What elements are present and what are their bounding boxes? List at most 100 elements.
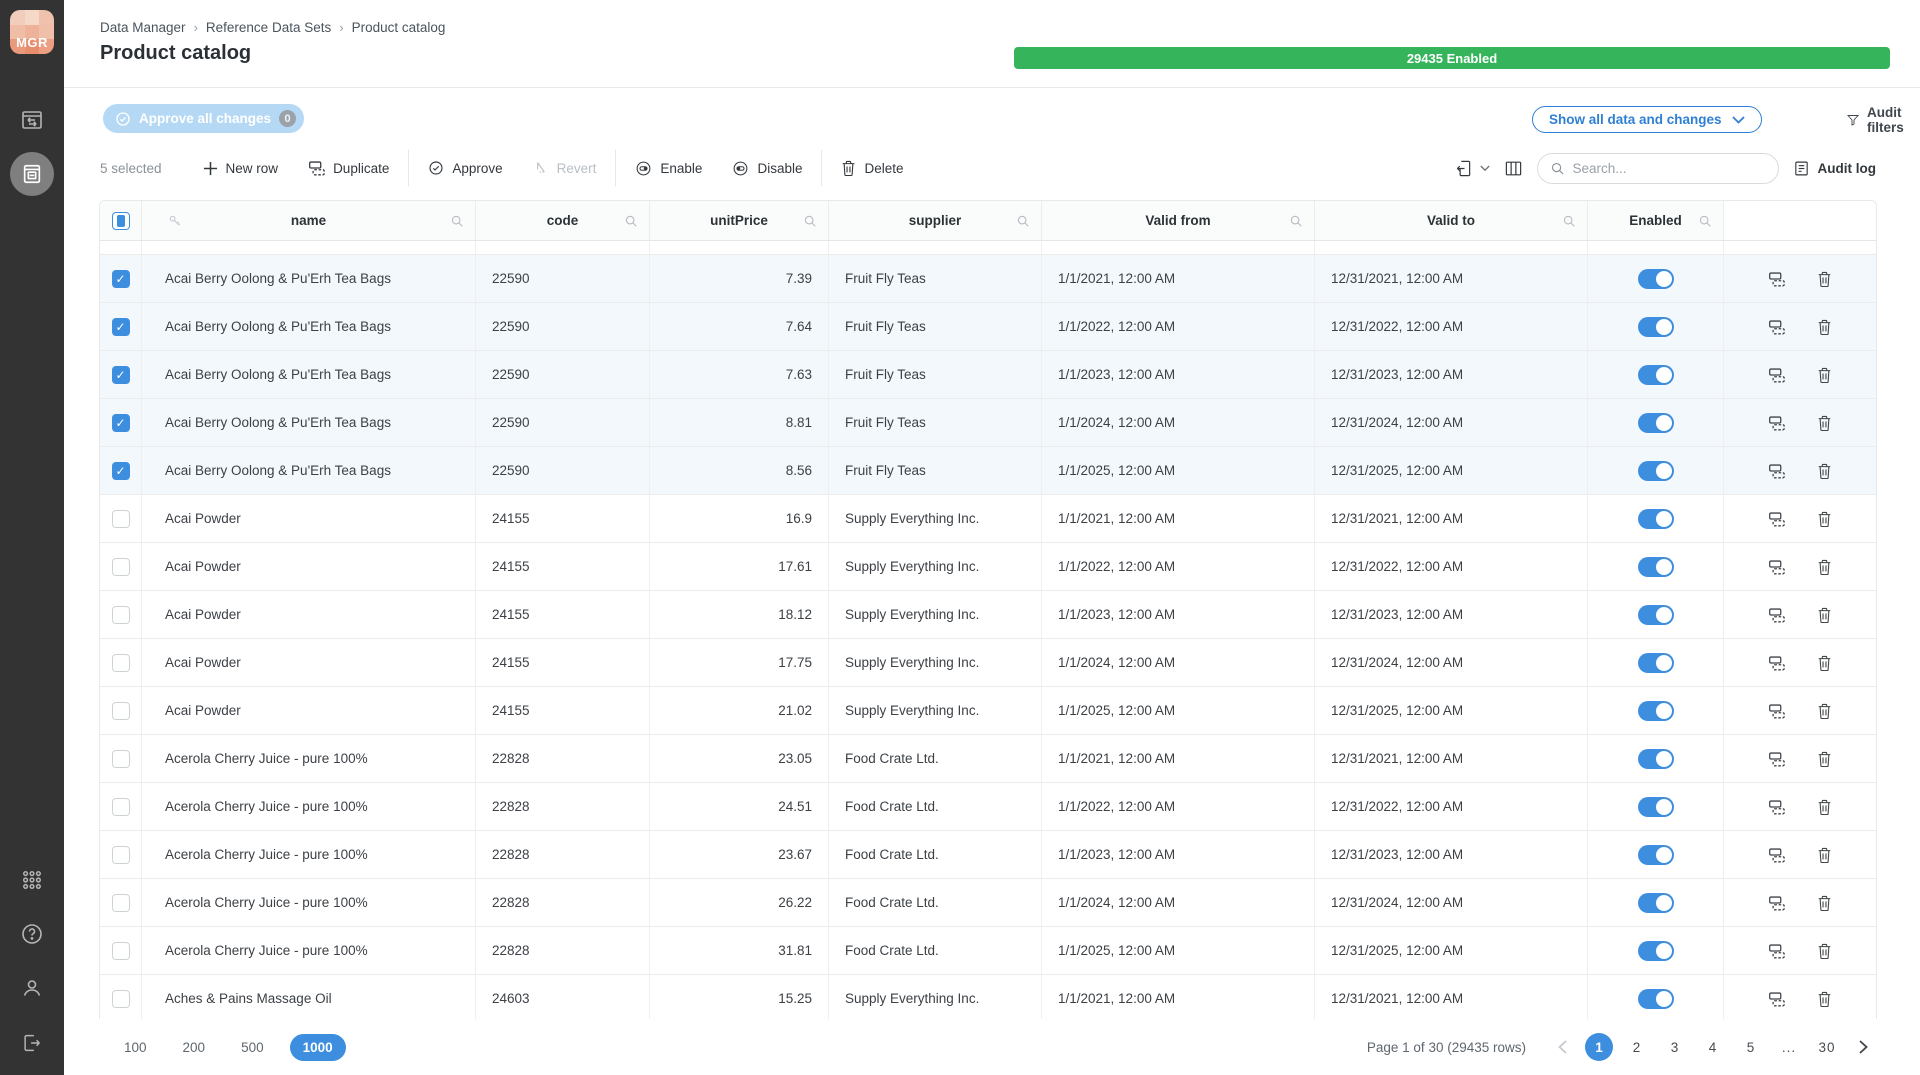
row-duplicate-icon[interactable] [1768, 511, 1785, 527]
cell-supplier[interactable]: Supply Everything Inc. [829, 687, 1042, 734]
cell-code[interactable]: 22590 [476, 255, 650, 302]
page-ellipsis[interactable]: ... [1775, 1033, 1803, 1061]
row-delete-icon[interactable] [1817, 463, 1832, 479]
enabled-toggle[interactable] [1638, 365, 1674, 385]
row-duplicate-icon[interactable] [1768, 463, 1785, 479]
cell-valid-to[interactable]: 12/31/2023, 12:00 AM [1315, 591, 1588, 638]
cell-unitprice[interactable]: 7.64 [650, 303, 829, 350]
column-header-code[interactable]: code [476, 201, 650, 240]
row-delete-icon[interactable] [1817, 367, 1832, 383]
cell-supplier[interactable]: Fruit Fly Teas [829, 447, 1042, 494]
table-row[interactable]: Acai Berry Oolong & Pu'Erh Tea Bags 2259… [100, 303, 1876, 351]
cell-valid-from[interactable]: 1/1/2023, 12:00 AM [1042, 831, 1315, 878]
table-row[interactable]: Acai Powder 24155 21.02 Supply Everythin… [100, 687, 1876, 735]
row-checkbox[interactable] [112, 942, 130, 960]
column-header-valid-from[interactable]: Valid from [1042, 201, 1315, 240]
approve-button[interactable]: Approve [413, 148, 517, 188]
cell-supplier[interactable]: Food Crate Ltd. [829, 831, 1042, 878]
cell-unitprice[interactable]: 17.75 [650, 639, 829, 686]
row-delete-icon[interactable] [1817, 415, 1832, 431]
column-header-supplier[interactable]: supplier [829, 201, 1042, 240]
cell-valid-to[interactable]: 12/31/2025, 12:00 AM [1315, 927, 1588, 974]
column-search-icon[interactable] [803, 214, 817, 228]
cell-valid-to[interactable]: 12/31/2023, 12:00 AM [1315, 831, 1588, 878]
cell-valid-to[interactable]: 12/31/2022, 12:00 AM [1315, 543, 1588, 590]
export-button[interactable] [1455, 159, 1490, 178]
cell-valid-from[interactable]: 1/1/2023, 12:00 AM [1042, 351, 1315, 398]
cell-unitprice[interactable]: 23.67 [650, 831, 829, 878]
page-number-30[interactable]: 30 [1813, 1033, 1841, 1061]
enabled-toggle[interactable] [1638, 989, 1674, 1009]
row-delete-icon[interactable] [1817, 271, 1832, 287]
show-all-data-dropdown[interactable]: Show all data and changes [1532, 106, 1762, 133]
enabled-toggle[interactable] [1638, 557, 1674, 577]
enabled-toggle[interactable] [1638, 269, 1674, 289]
row-checkbox[interactable] [112, 558, 130, 576]
cell-unitprice[interactable]: 31.81 [650, 927, 829, 974]
column-search-icon[interactable] [1562, 214, 1576, 228]
search-input[interactable] [1573, 161, 1743, 176]
row-duplicate-icon[interactable] [1768, 799, 1785, 815]
row-checkbox[interactable] [112, 270, 130, 288]
reference-data-sets-icon-active[interactable] [10, 152, 54, 196]
cell-supplier[interactable]: Supply Everything Inc. [829, 639, 1042, 686]
cell-valid-from[interactable]: 1/1/2021, 12:00 AM [1042, 255, 1315, 302]
page-number-2[interactable]: 2 [1623, 1033, 1651, 1061]
cell-name[interactable]: Acai Berry Oolong & Pu'Erh Tea Bags [142, 255, 476, 302]
row-delete-icon[interactable] [1817, 703, 1832, 719]
row-checkbox[interactable] [112, 702, 130, 720]
cell-valid-from[interactable]: 1/1/2021, 12:00 AM [1042, 975, 1315, 1019]
column-search-icon[interactable] [1289, 214, 1303, 228]
row-checkbox[interactable] [112, 894, 130, 912]
prev-page-button[interactable] [1550, 1040, 1575, 1054]
page-size-100[interactable]: 100 [114, 1035, 157, 1060]
page-size-1000[interactable]: 1000 [290, 1034, 346, 1061]
cell-name[interactable]: Acai Powder [142, 495, 476, 542]
row-duplicate-icon[interactable] [1768, 559, 1785, 575]
cell-valid-to[interactable]: 12/31/2021, 12:00 AM [1315, 495, 1588, 542]
cell-valid-from[interactable]: 1/1/2021, 12:00 AM [1042, 735, 1315, 782]
revert-button[interactable]: Revert [518, 148, 612, 188]
cell-unitprice[interactable]: 8.56 [650, 447, 829, 494]
cell-valid-to[interactable]: 12/31/2022, 12:00 AM [1315, 303, 1588, 350]
cell-valid-to[interactable]: 12/31/2023, 12:00 AM [1315, 351, 1588, 398]
column-search-icon[interactable] [1698, 214, 1712, 228]
page-number-4[interactable]: 4 [1699, 1033, 1727, 1061]
enabled-toggle[interactable] [1638, 317, 1674, 337]
row-checkbox[interactable] [112, 510, 130, 528]
row-delete-icon[interactable] [1817, 991, 1832, 1007]
enabled-toggle[interactable] [1638, 845, 1674, 865]
row-duplicate-icon[interactable] [1768, 415, 1785, 431]
cell-unitprice[interactable]: 26.22 [650, 879, 829, 926]
cell-code[interactable]: 22590 [476, 303, 650, 350]
app-logo[interactable]: MGR [10, 10, 54, 54]
cell-valid-to[interactable]: 12/31/2022, 12:00 AM [1315, 783, 1588, 830]
column-search-icon[interactable] [624, 214, 638, 228]
cell-valid-to[interactable]: 12/31/2021, 12:00 AM [1315, 255, 1588, 302]
cell-code[interactable]: 22828 [476, 927, 650, 974]
enabled-toggle[interactable] [1638, 461, 1674, 481]
column-search-icon[interactable] [450, 214, 464, 228]
row-checkbox[interactable] [112, 414, 130, 432]
table-row[interactable]: Acerola Cherry Juice - pure 100% 22828 2… [100, 879, 1876, 927]
approve-all-changes-button[interactable]: Approve all changes 0 [103, 104, 304, 133]
cell-unitprice[interactable]: 16.9 [650, 495, 829, 542]
enable-button[interactable]: Enable [620, 148, 717, 188]
cell-name[interactable]: Acai Powder [142, 687, 476, 734]
page-number-5[interactable]: 5 [1737, 1033, 1765, 1061]
enabled-toggle[interactable] [1638, 941, 1674, 961]
cell-valid-from[interactable]: 1/1/2025, 12:00 AM [1042, 447, 1315, 494]
row-checkbox[interactable] [112, 846, 130, 864]
table-row[interactable]: Acai Powder 24155 17.75 Supply Everythin… [100, 639, 1876, 687]
cell-valid-from[interactable]: 1/1/2022, 12:00 AM [1042, 303, 1315, 350]
row-duplicate-icon[interactable] [1768, 319, 1785, 335]
row-duplicate-icon[interactable] [1768, 943, 1785, 959]
table-row[interactable]: Acerola Cherry Juice - pure 100% 22828 3… [100, 927, 1876, 975]
cell-valid-from[interactable]: 1/1/2022, 12:00 AM [1042, 543, 1315, 590]
table-row[interactable]: Acai Powder 24155 17.61 Supply Everythin… [100, 543, 1876, 591]
cell-unitprice[interactable]: 24.51 [650, 783, 829, 830]
cell-code[interactable]: 22828 [476, 879, 650, 926]
cell-supplier[interactable]: Food Crate Ltd. [829, 879, 1042, 926]
row-duplicate-icon[interactable] [1768, 367, 1785, 383]
cell-code[interactable]: 24155 [476, 543, 650, 590]
